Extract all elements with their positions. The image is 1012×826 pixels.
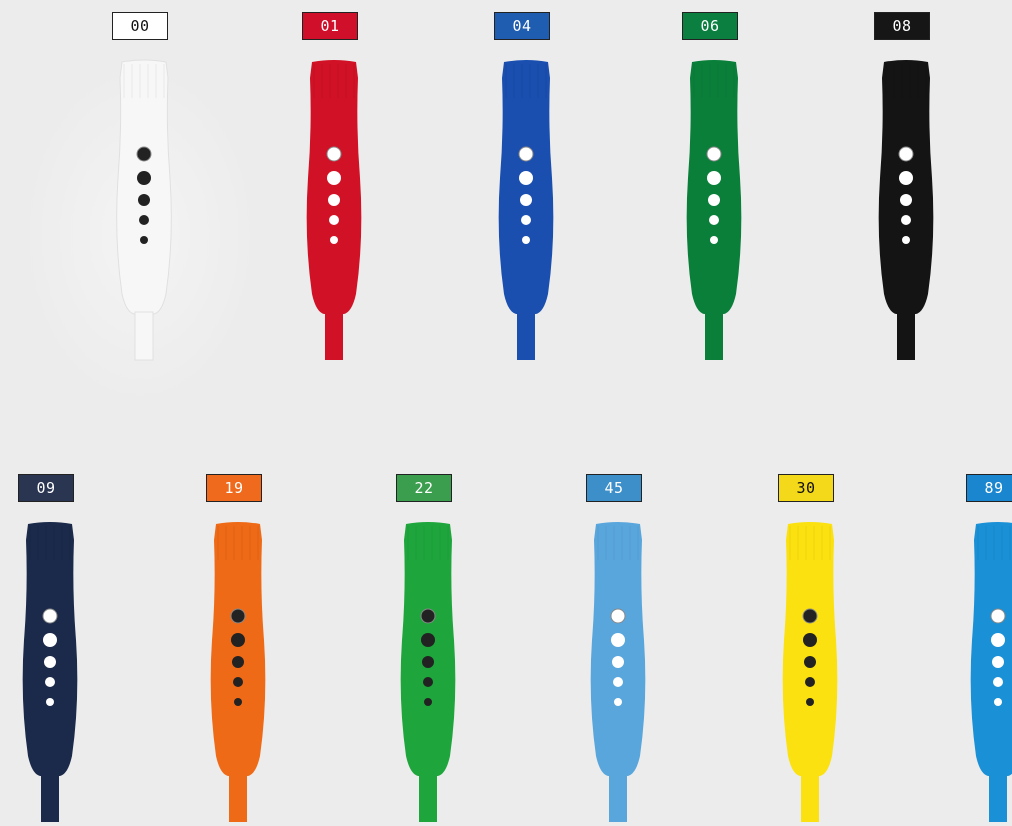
sock-stay-image <box>970 522 1012 822</box>
dot-icon <box>612 656 624 668</box>
dot-icon <box>46 698 54 706</box>
brand-logo-icon <box>326 146 342 162</box>
color-code-label: 08 <box>874 12 930 40</box>
brand-logo-icon <box>802 608 818 624</box>
dot-icon <box>140 236 148 244</box>
sock-stay-image <box>116 59 172 361</box>
dot-icon <box>994 698 1002 706</box>
color-code-label: 19 <box>206 474 262 502</box>
dot-icon <box>520 194 532 206</box>
dot-icon <box>901 215 911 225</box>
dot-icon <box>138 194 150 206</box>
sock-stay-image <box>210 522 266 822</box>
sock-stay-image <box>686 60 742 360</box>
sock-stay-image <box>590 522 646 822</box>
dot-icon <box>519 171 533 185</box>
dot-icon <box>137 171 151 185</box>
brand-logo-icon <box>706 146 722 162</box>
dot-icon <box>44 656 56 668</box>
sock-stay-image <box>878 60 934 360</box>
brand-logo-icon <box>898 146 914 162</box>
dot-icon <box>43 633 57 647</box>
dot-icon <box>421 633 435 647</box>
dot-icon <box>614 698 622 706</box>
color-code-label: 06 <box>682 12 738 40</box>
color-code-label: 04 <box>494 12 550 40</box>
color-code-label: 30 <box>778 474 834 502</box>
dot-icon <box>327 171 341 185</box>
dot-icon <box>232 656 244 668</box>
dot-icon <box>329 215 339 225</box>
dot-icon <box>805 677 815 687</box>
dot-icon <box>45 677 55 687</box>
color-swatch-grid: 00 01 04 06 08 09 19 22 45 30 89 <box>0 0 1012 822</box>
brand-logo-icon <box>990 608 1006 624</box>
dot-icon <box>991 633 1005 647</box>
dot-icon <box>328 194 340 206</box>
dot-icon <box>613 677 623 687</box>
dot-icon <box>611 633 625 647</box>
brand-logo-icon <box>420 608 436 624</box>
dot-icon <box>522 236 530 244</box>
color-code-label: 09 <box>18 474 74 502</box>
brand-logo-icon <box>610 608 626 624</box>
color-code-label: 89 <box>966 474 1012 502</box>
dot-icon <box>234 698 242 706</box>
dot-icon <box>521 215 531 225</box>
dot-icon <box>902 236 910 244</box>
dot-icon <box>422 656 434 668</box>
dot-icon <box>806 698 814 706</box>
dot-icon <box>709 215 719 225</box>
brand-logo-icon <box>136 146 152 162</box>
dot-icon <box>710 236 718 244</box>
dot-icon <box>899 171 913 185</box>
dot-icon <box>231 633 245 647</box>
brand-logo-icon <box>230 608 246 624</box>
dot-icon <box>708 194 720 206</box>
color-code-label: 00 <box>112 12 168 40</box>
dot-icon <box>330 236 338 244</box>
sock-stay-image <box>782 522 838 822</box>
brand-logo-icon <box>518 146 534 162</box>
color-code-label: 01 <box>302 12 358 40</box>
dot-icon <box>139 215 149 225</box>
dot-icon <box>900 194 912 206</box>
dot-icon <box>993 677 1003 687</box>
sock-stay-image <box>306 60 362 360</box>
brand-logo-icon <box>42 608 58 624</box>
dot-icon <box>992 656 1004 668</box>
sock-stay-image <box>498 60 554 360</box>
color-code-label: 22 <box>396 474 452 502</box>
dot-icon <box>804 656 816 668</box>
dot-icon <box>803 633 817 647</box>
dot-icon <box>423 677 433 687</box>
color-code-label: 45 <box>586 474 642 502</box>
dot-icon <box>233 677 243 687</box>
dot-icon <box>424 698 432 706</box>
dot-icon <box>707 171 721 185</box>
sock-stay-image <box>22 522 78 822</box>
sock-stay-image <box>400 522 456 822</box>
